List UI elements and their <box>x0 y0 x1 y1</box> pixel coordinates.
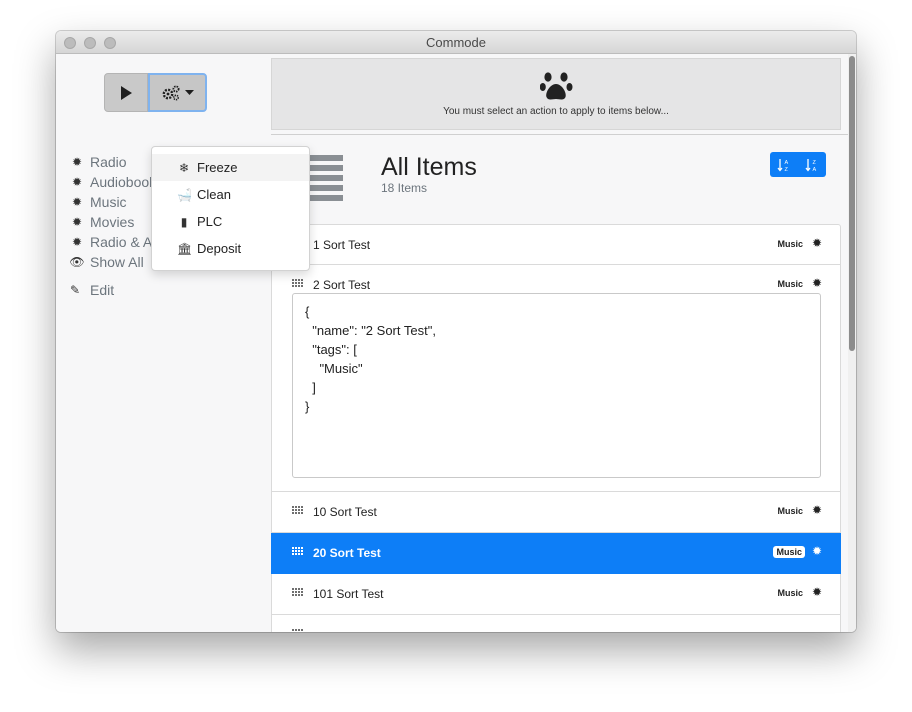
eye-icon: 👁 <box>69 255 85 269</box>
page-title: All Items <box>381 153 477 181</box>
content-area: ✹ Radio ✹ Audiobooks ✹ Music ✹ Movies ✹ Radio… <box>56 54 856 632</box>
paw-icon <box>540 72 573 100</box>
sidebar: ✹ Radio ✹ Audiobooks ✹ Music ✹ Movies ✹ Radio… <box>56 54 271 632</box>
gear-icon[interactable]: ✹ <box>812 276 822 290</box>
tag-badge: Music <box>777 239 803 249</box>
list-item[interactable]: 10 Sort Test Music ✹ <box>271 492 841 533</box>
json-editor[interactable]: { "name": "2 Sort Test", "tags": [ "Musi… <box>292 293 821 478</box>
gear-icon: ✹ <box>71 155 83 169</box>
menu-item-freeze[interactable]: ❄ Freeze <box>152 154 309 181</box>
tag-badge: Music <box>777 279 803 289</box>
actions-dropdown-menu: ❄ Freeze 🛁 Clean ▮ PLC 🏛 Deposit <box>151 146 310 271</box>
gear-icon: ✹ <box>71 215 83 229</box>
drag-handle-icon[interactable] <box>292 506 303 515</box>
item-name: 10 Sort Test <box>313 505 377 519</box>
actions-dropdown-button[interactable] <box>148 73 207 112</box>
list-item[interactable]: 2 Sort Test Music ✹ { "name": "2 Sort Te… <box>271 265 841 492</box>
info-message: You must select an action to apply to it… <box>443 106 669 117</box>
drag-handle-icon[interactable] <box>292 629 303 632</box>
title-bar: Commode <box>56 31 856 54</box>
svg-text:Z: Z <box>785 167 789 172</box>
drag-handle-icon[interactable] <box>292 547 303 556</box>
action-button-group <box>104 73 207 112</box>
gear-icon[interactable]: ✹ <box>812 585 822 599</box>
sort-alpha-desc-icon: ZA <box>805 158 817 172</box>
menu-item-clean[interactable]: 🛁 Clean <box>152 181 309 208</box>
list-item-partial[interactable] <box>271 615 841 632</box>
gear-icon[interactable]: ✹ <box>812 236 822 250</box>
tag-badge: Music <box>773 546 805 558</box>
gear-icon[interactable]: ✹ <box>812 503 822 517</box>
run-button[interactable] <box>104 73 148 112</box>
gears-icon <box>162 85 179 101</box>
item-count: 18 Items <box>381 181 428 195</box>
item-name: 2 Sort Test <box>313 278 371 292</box>
item-name: 1 Sort Test <box>313 238 371 252</box>
menu-item-deposit[interactable]: 🏛 Deposit <box>152 235 309 262</box>
sort-button-group: AZ ZA <box>770 152 826 177</box>
list-icon <box>307 155 343 205</box>
item-name: 20 Sort Test <box>313 546 381 560</box>
svg-text:A: A <box>813 167 817 172</box>
bath-icon: 🛁 <box>177 187 192 202</box>
list-item[interactable]: 101 Sort Test Music ✹ <box>271 574 841 615</box>
drag-handle-icon[interactable] <box>292 279 303 288</box>
gear-icon: ✹ <box>71 195 83 209</box>
snowflake-icon: ❄ <box>178 160 190 175</box>
scrollbar-thumb[interactable] <box>849 56 855 351</box>
menu-item-plc[interactable]: ▮ PLC <box>152 208 309 235</box>
list-item[interactable]: 1 Sort Test Music ✹ <box>271 224 841 265</box>
app-window: Commode ✹ Radio ✹ Audiobooks ✹ Music ✹ M… <box>56 31 856 632</box>
main-panel: You must select an action to apply to it… <box>271 54 848 632</box>
pencil-icon: ✎ <box>70 283 81 297</box>
drag-handle-icon[interactable] <box>292 588 303 597</box>
tag-badge: Music <box>777 506 803 516</box>
item-name: 101 Sort Test <box>313 587 384 601</box>
tag-badge: Music <box>777 588 803 598</box>
bank-icon: 🏛 <box>177 241 193 256</box>
gear-icon: ✹ <box>71 235 83 249</box>
vertical-scrollbar[interactable] <box>848 54 856 632</box>
sort-alpha-asc-icon: AZ <box>777 158 789 172</box>
gear-icon: ✹ <box>71 175 83 189</box>
gear-icon[interactable]: ✹ <box>812 544 822 558</box>
item-list: 1 Sort Test Music ✹ 2 Sort Test Music ✹ … <box>271 224 841 632</box>
caret-down-icon <box>184 89 194 95</box>
sidebar-edit-link[interactable]: ✎ Edit <box>70 280 114 300</box>
svg-text:A: A <box>785 160 789 166</box>
svg-text:Z: Z <box>813 160 817 166</box>
info-panel: You must select an action to apply to it… <box>271 58 841 130</box>
sort-descending-button[interactable]: ZA <box>798 152 826 177</box>
microchip-icon: ▮ <box>180 214 188 229</box>
window-title: Commode <box>426 35 486 50</box>
sort-ascending-button[interactable]: AZ <box>770 152 798 177</box>
list-item-selected[interactable]: 20 Sort Test Music ✹ <box>271 533 841 574</box>
play-icon <box>121 85 132 100</box>
